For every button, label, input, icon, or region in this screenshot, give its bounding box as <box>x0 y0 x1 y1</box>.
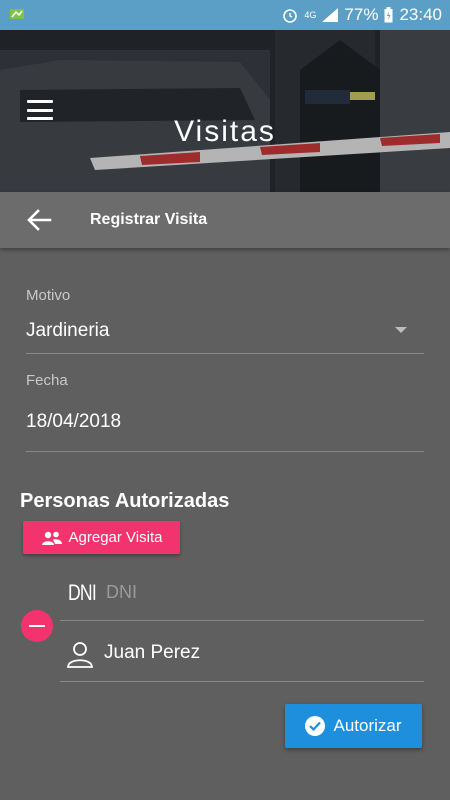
signal-icon <box>322 8 339 22</box>
motivo-underline <box>26 353 424 354</box>
remove-person-button[interactable] <box>21 610 53 642</box>
authorize-label: Autorizar <box>333 716 402 735</box>
person-name: Juan Perez <box>104 642 201 663</box>
dni-input[interactable] <box>106 578 406 606</box>
header-background-image <box>0 30 450 192</box>
authorize-button[interactable]: Autorizar <box>285 704 422 748</box>
fecha-field[interactable]: 18/04/2018 <box>26 411 121 433</box>
add-visit-button[interactable]: Agregar Visita <box>23 521 180 554</box>
people-icon <box>41 531 62 545</box>
toolbar: Registrar Visita <box>0 192 450 248</box>
id-card-icon: DNI <box>68 580 97 605</box>
minus-icon <box>29 625 45 627</box>
arrow-left-icon[interactable] <box>26 208 52 232</box>
section-title: Personas Autorizadas <box>20 490 230 512</box>
person-underline <box>60 681 424 682</box>
battery-percent: 77% <box>344 5 379 24</box>
fecha-underline <box>26 451 424 452</box>
battery-icon <box>384 7 393 23</box>
chevron-down-icon[interactable] <box>395 327 407 333</box>
alarm-icon <box>283 9 298 23</box>
page-title: Visitas <box>174 115 276 148</box>
fecha-label: Fecha <box>26 372 68 389</box>
dni-underline <box>60 620 424 621</box>
header-banner: Visitas <box>0 30 450 192</box>
toolbar-title: Registrar Visita <box>90 211 208 228</box>
status-bar: 4G 77% 23:40 <box>0 0 450 30</box>
notification-icon <box>10 9 24 19</box>
clock: 23:40 <box>399 5 442 24</box>
person-icon <box>67 642 93 668</box>
add-visit-label: Agregar Visita <box>68 529 163 546</box>
network-type: 4G <box>304 9 317 20</box>
motivo-select[interactable]: Jardineria <box>26 320 109 342</box>
check-circle-icon <box>305 716 326 736</box>
motivo-label: Motivo <box>26 287 71 304</box>
